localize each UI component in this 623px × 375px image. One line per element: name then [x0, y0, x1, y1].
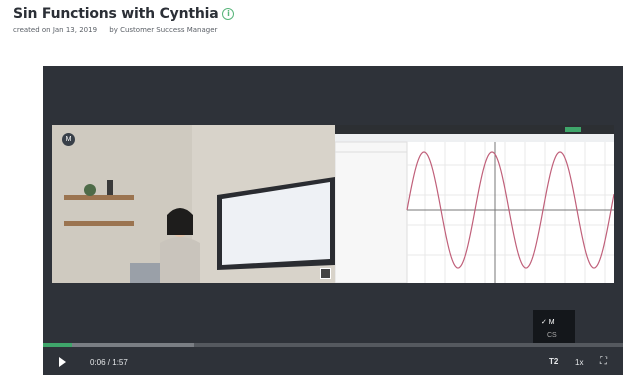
speed-button[interactable]: 1x — [575, 358, 583, 367]
created-date: created on Jan 13, 2019 — [13, 26, 98, 34]
screen-share — [335, 125, 614, 283]
camera-badge: M — [62, 133, 75, 146]
caption-option[interactable]: CS — [547, 332, 557, 339]
info-icon[interactable]: i — [222, 8, 235, 20]
caption-option-selected[interactable]: ✓ M — [541, 318, 555, 326]
control-bar: 0:06 / 1:57 T2 1x ⛶ — [43, 351, 623, 375]
caption-menu[interactable]: ✓ M CS — [533, 310, 575, 346]
progress-bar[interactable] — [43, 343, 623, 347]
expand-icon[interactable] — [320, 268, 331, 279]
camera-image — [52, 125, 335, 283]
fullscreen-icon[interactable]: ⛶ — [600, 356, 607, 367]
captions-button[interactable]: T2 — [549, 357, 558, 366]
meta-row: created on Jan 13, 2019 by Customer Succ… — [13, 26, 227, 34]
author: by Customer Success Manager — [109, 26, 218, 34]
video-player[interactable]: M ✓ M CS 0:06 / 1:57 T2 1x ⛶ — [43, 66, 623, 375]
play-icon[interactable] — [59, 357, 66, 367]
camera-feed: M — [52, 125, 335, 283]
screen-graph — [335, 125, 614, 283]
time-display: 0:06 / 1:57 — [90, 358, 128, 367]
played-bar — [43, 343, 72, 347]
page-title: Sin Functions with Cynthia i — [13, 6, 235, 22]
